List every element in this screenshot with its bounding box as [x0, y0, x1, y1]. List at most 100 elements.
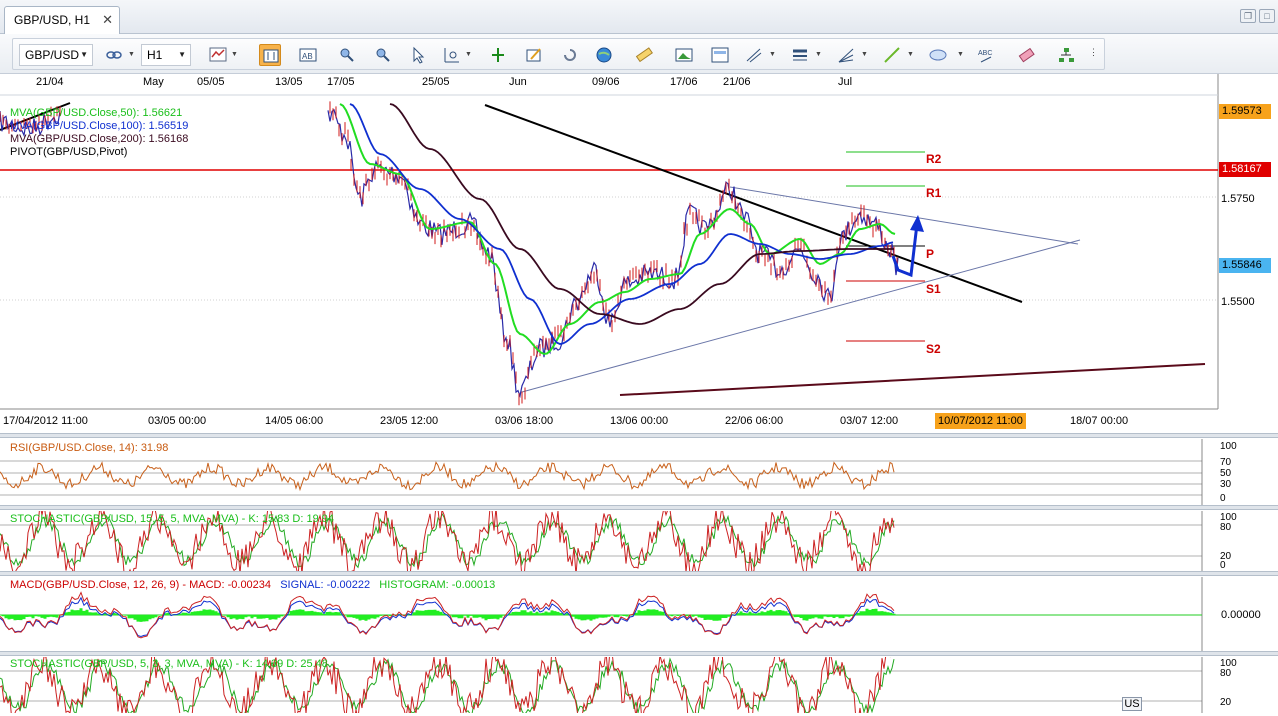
top-date-label: 21/04 [36, 76, 64, 88]
template-icon[interactable] [709, 44, 731, 66]
timeframe-select[interactable]: H1 ▼ [141, 44, 191, 66]
ma200-legend: MVA(GBP/USD.Close,200): 1.56168 [10, 133, 189, 145]
text-tool-icon[interactable]: ABC [975, 44, 997, 66]
close-icon[interactable]: ✕ [102, 7, 113, 33]
link-icon[interactable] [103, 44, 125, 66]
top-date-label: 25/05 [422, 76, 450, 88]
chevron-down-icon[interactable]: ▼ [128, 51, 135, 58]
top-date-label: 09/06 [592, 76, 620, 88]
data-window-icon[interactable]: AB [297, 44, 319, 66]
bottom-date-label: 23/05 12:00 [380, 415, 439, 427]
price-tick: 1.5500 [1221, 296, 1255, 308]
macd-legend: MACD(GBP/USD.Close, 12, 26, 9) - MACD: -… [10, 579, 495, 591]
pivot-s2-label: S2 [926, 342, 941, 356]
ruler-icon[interactable] [633, 44, 655, 66]
price-tag-last: 1.55846 [1219, 258, 1271, 273]
macd-legend-histogram: HISTOGRAM: -0.00013 [379, 579, 496, 591]
ellipse-icon[interactable] [927, 44, 949, 66]
pivot-r1-label: R1 [926, 186, 942, 200]
chart-tab-bar: GBP/USD, H1 ✕ ❐ □ [0, 0, 1278, 34]
top-date-label: May [143, 76, 164, 88]
pointer-icon[interactable] [407, 44, 429, 66]
restore-icon[interactable]: ❐ [1240, 9, 1256, 23]
svg-text:ABC: ABC [978, 50, 992, 57]
annotate-icon[interactable] [523, 44, 545, 66]
pane-separator[interactable] [0, 505, 1278, 510]
chart-toolbar: GBP/USD ▼ ▼ H1 ▼ ▼ AB ▼ ▼ ▼ ▼ ▼ ▼ ABC ⋮ [0, 34, 1278, 74]
toolbar-overflow-icon[interactable]: ⋮ [1089, 47, 1098, 58]
chart-tab[interactable]: GBP/USD, H1 ✕ [4, 6, 120, 34]
top-date-label: Jun [509, 76, 527, 88]
chevron-down-icon[interactable]: ▼ [957, 51, 964, 58]
symbol-value: GBP/USD [25, 48, 80, 62]
symbol-select[interactable]: GBP/USD ▼ [19, 44, 93, 66]
crosshair-icon[interactable] [487, 44, 509, 66]
chart-tab-label: GBP/USD, H1 [14, 13, 91, 27]
pivot-p-label: P [926, 247, 935, 261]
bottom-date-label: 14/05 06:00 [265, 415, 324, 427]
stochastic-fast-tick-label: 80 [1220, 668, 1232, 679]
macd-legend-signal: SIGNAL: -0.00222 [280, 579, 371, 591]
chevron-down-icon[interactable]: ▼ [769, 51, 776, 58]
chevron-down-icon[interactable]: ▼ [815, 51, 822, 58]
bottom-date-label: 22/06 06:00 [725, 415, 784, 427]
price-tag-high: 1.59573 [1219, 104, 1271, 119]
stochastic-legend: STOCHASTIC(GBP/USD, 15, 5, 5, MVA, MVA) … [10, 513, 334, 525]
chevron-down-icon: ▼ [80, 50, 88, 59]
top-date-label: 05/05 [197, 76, 225, 88]
bottom-date-label: 13/06 00:00 [610, 415, 669, 427]
zoom-in-icon[interactable] [335, 44, 357, 66]
top-date-label: Jul [838, 76, 853, 88]
stochastic-fast-pane[interactable]: 100 80 20 STOCHASTIC(GBP/USD, 5, 3, 3, MVA… [0, 646, 1278, 716]
bottom-date-label: 03/07 12:00 [840, 415, 899, 427]
pane-separator[interactable] [0, 651, 1278, 656]
trading-chart-window: GBP/USD, H1 ✕ ❐ □ GBP/USD ▼ ▼ H1 ▼ ▼ AB … [0, 0, 1278, 716]
fan-lines-icon[interactable] [835, 44, 857, 66]
chart-type-icon[interactable] [207, 44, 229, 66]
line-style-icon[interactable] [789, 44, 811, 66]
rsi-legend: RSI(GBP/USD.Close, 14): 31.98 [10, 442, 169, 454]
chevron-down-icon[interactable]: ▼ [231, 51, 238, 58]
svg-text:AB: AB [302, 52, 313, 61]
top-date-label: 21/06 [723, 76, 751, 88]
macd-pane[interactable]: MACD(GBP/USD.Close, 12, 26, 9) - MACD: -… [0, 577, 1278, 651]
object-tree-icon[interactable] [1055, 44, 1077, 66]
chevron-down-icon[interactable]: ▼ [861, 51, 868, 58]
stochastic-legend-text: STOCHASTIC(GBP/USD, 15, 5, 5, MVA, MVA) … [10, 513, 334, 525]
maximize-icon[interactable]: □ [1259, 9, 1275, 23]
zoom-area-icon[interactable] [441, 44, 463, 66]
rsi-tick-label: 100 [1220, 441, 1237, 452]
chevron-down-icon[interactable]: ▼ [465, 51, 472, 58]
price-chart-canvas [0, 74, 1219, 410]
candles-icon[interactable] [259, 44, 281, 66]
zoom-out-icon[interactable] [371, 44, 393, 66]
image-icon[interactable] [673, 44, 695, 66]
rsi-pane[interactable]: 100 70 50 30 0 RSI(GBP/USD.Close, 14): 31.98 [0, 439, 1278, 505]
draw-lines-icon[interactable] [743, 44, 765, 66]
pane-separator[interactable] [0, 571, 1278, 576]
top-date-label: 13/05 [275, 76, 303, 88]
pivot-legend: PIVOT(GBP/USD,Pivot) [10, 146, 128, 158]
stochastic-pane[interactable]: 100 80 20 0 STOCHASTIC(GBP/USD, 15, 5, 5, M… [0, 502, 1278, 580]
macd-zero-tick: 0.00000 [1221, 609, 1261, 621]
crosshair-date-label: 10/07/2012 11:00 [935, 413, 1026, 429]
currency-badge[interactable]: US [1122, 697, 1142, 711]
bottom-date-label: 17/04/2012 11:00 [3, 415, 88, 427]
rsi-canvas: 100 705030 0 [0, 439, 1237, 505]
globe-icon[interactable] [593, 44, 615, 66]
top-date-label: 17/06 [670, 76, 698, 88]
rsi-tick-label: 70 [1220, 457, 1232, 468]
pane-separator[interactable] [0, 433, 1278, 438]
stochastic-tick-label: 0 [1220, 560, 1226, 571]
pivot-s1-label: S1 [926, 282, 941, 296]
eraser-icon[interactable] [1015, 44, 1037, 66]
rsi-tick-label: 50 [1220, 468, 1232, 479]
price-chart-pane[interactable] [0, 74, 1278, 434]
bottom-date-label: 18/07 00:00 [1070, 415, 1129, 427]
refresh-icon[interactable] [559, 44, 581, 66]
macd-legend-macd: MACD(GBP/USD.Close, 12, 26, 9) - MACD: -… [10, 579, 272, 591]
chevron-down-icon[interactable]: ▼ [907, 51, 914, 58]
trendline-icon[interactable] [881, 44, 903, 66]
toolbar-group: GBP/USD ▼ ▼ H1 ▼ ▼ AB ▼ ▼ ▼ ▼ ▼ ▼ ABC ⋮ [12, 38, 1105, 70]
stochastic-fast-tick-label: 20 [1220, 697, 1232, 708]
